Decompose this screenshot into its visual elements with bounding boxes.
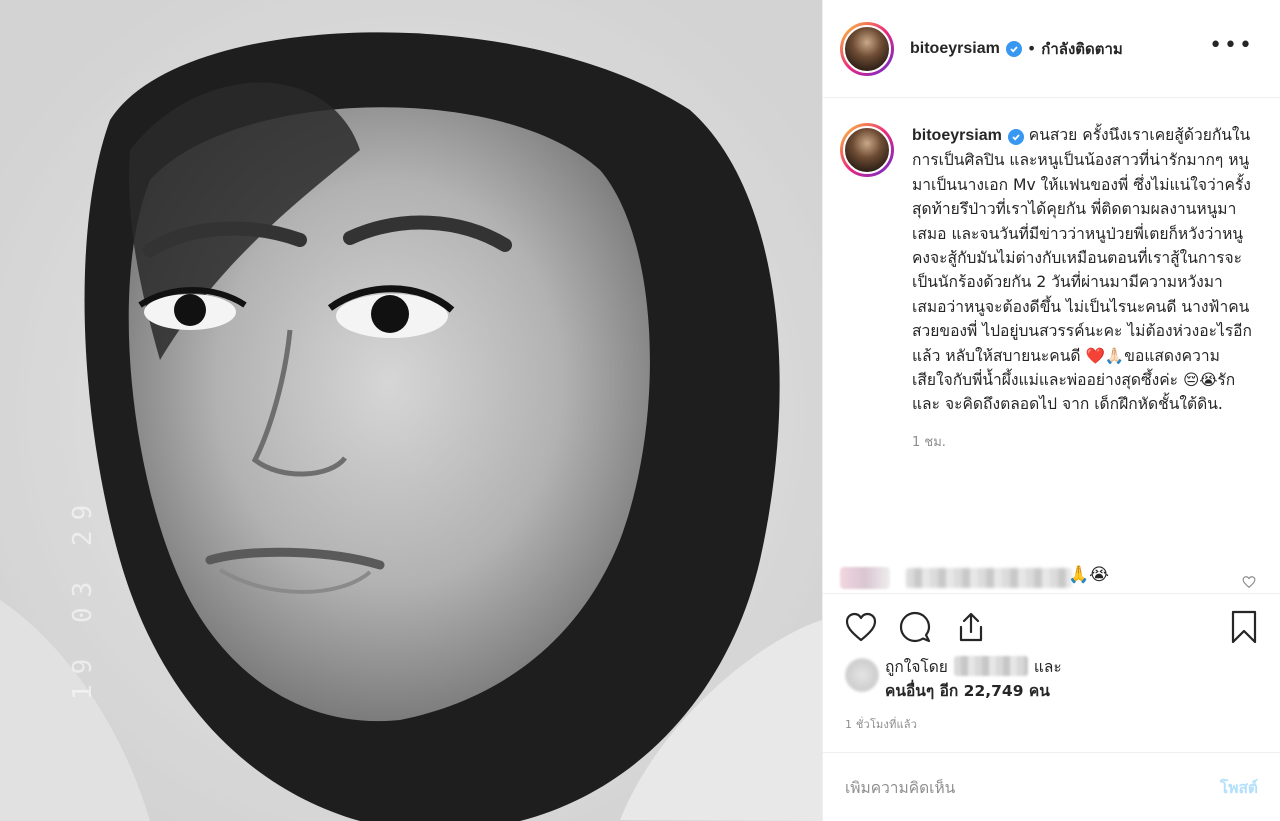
blurred-comment: 🙏😭 <box>840 565 1264 591</box>
caption-username[interactable]: bitoeyrsiam <box>912 127 1002 144</box>
verified-badge-icon <box>1005 40 1022 57</box>
header-separator: • <box>1026 39 1037 58</box>
post-actions: ถูกใจโดย และ คนอื่นๆ อีก 22,749 คน 1 ชั่ว… <box>823 593 1280 821</box>
blurred-avatar <box>840 567 890 589</box>
comment-like-icon[interactable] <box>1242 575 1256 589</box>
likes-others-count[interactable]: คนอื่นๆ อีก 22,749 คน <box>885 682 1050 700</box>
following-button[interactable]: กำลังติดตาม <box>1041 37 1123 61</box>
add-comment-bar: โพสต์ <box>823 752 1280 821</box>
liker-avatar[interactable] <box>845 658 879 692</box>
caption-verified-icon <box>1007 129 1024 145</box>
post-header: bitoeyrsiam • กำลังติดตาม ••• <box>823 0 1280 98</box>
post-comment-button[interactable]: โพสต์ <box>1220 775 1258 800</box>
blurred-liker-name <box>953 656 1028 676</box>
likes-conjunction: และ <box>1033 658 1062 676</box>
comments-section[interactable]: bitoeyrsiam คนสวย ครั้งนึงเราเคยสู้ด้วยก… <box>823 99 1280 593</box>
add-comment-input[interactable] <box>845 778 1220 797</box>
post-photo[interactable]: 19 03 29 <box>0 0 822 821</box>
comment-emoji: 🙏😭 <box>1068 565 1110 585</box>
caption-timestamp: 1 ชม. <box>912 434 946 450</box>
comment-bubble-icon[interactable] <box>899 611 931 643</box>
share-icon[interactable] <box>955 611 987 643</box>
liked-by-prefix: ถูกใจโดย <box>885 658 948 676</box>
caption-avatar[interactable] <box>840 123 894 177</box>
photo-date-stamp: 19 03 29 <box>68 494 98 700</box>
blurred-comment-text <box>906 568 1072 588</box>
caption-text: คนสวย ครั้งนึงเราเคยสู้ด้วยกันในการเป็นศ… <box>912 126 1252 414</box>
like-heart-icon[interactable] <box>845 611 877 643</box>
more-options-button[interactable]: ••• <box>1209 35 1254 57</box>
action-icons-row <box>823 594 1280 656</box>
bookmark-icon[interactable] <box>1228 610 1260 644</box>
author-avatar[interactable] <box>840 21 894 76</box>
post-timestamp[interactable]: 1 ชั่วโมงที่แล้ว <box>845 715 917 733</box>
portrait-image <box>0 0 822 821</box>
post-side-panel: bitoeyrsiam • กำลังติดตาม ••• bitoeyrsia… <box>822 0 1280 821</box>
author-username[interactable]: bitoeyrsiam <box>910 40 1000 58</box>
post-caption: bitoeyrsiam คนสวย ครั้งนึงเราเคยสู้ด้วยก… <box>823 99 1280 455</box>
